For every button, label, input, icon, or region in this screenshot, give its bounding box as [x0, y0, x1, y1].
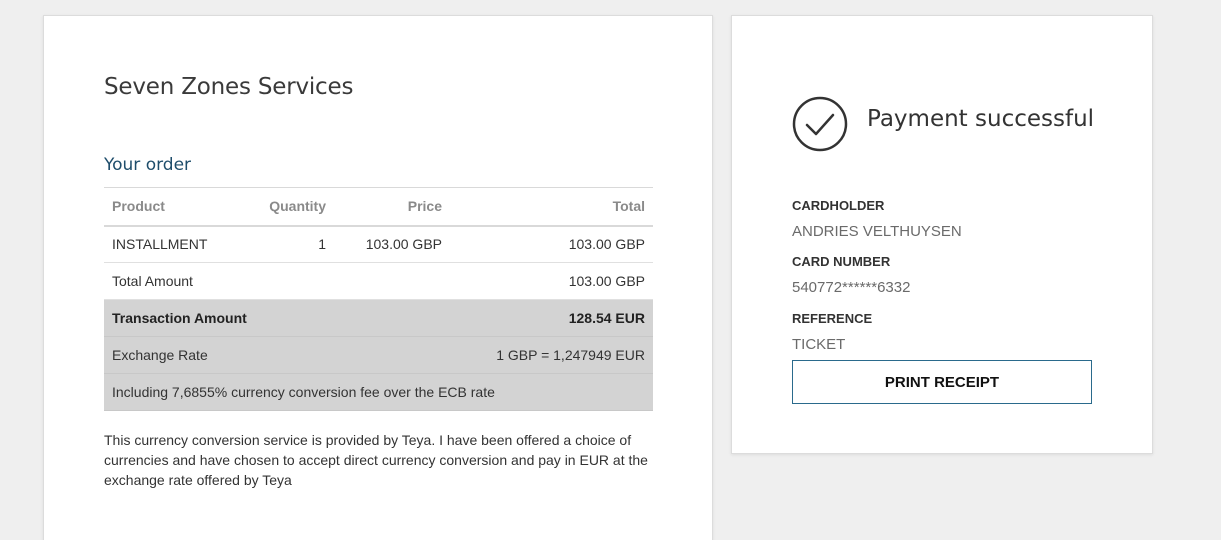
card-number-value: 540772******6332	[792, 279, 911, 296]
column-header-total: Total	[450, 187, 653, 227]
order-table: Product Quantity Price Total INSTALLMENT…	[104, 187, 653, 411]
exchange-rate-value: 1 GBP = 1,247949 EUR	[334, 336, 653, 374]
item-product: INSTALLMENT	[104, 225, 239, 263]
transaction-amount-label: Transaction Amount	[104, 299, 450, 337]
order-item-row: INSTALLMENT 1 103.00 GBP 103.00 GBP	[104, 225, 653, 263]
print-receipt-button[interactable]: PRINT RECEIPT	[792, 360, 1092, 404]
order-table-header: Product Quantity Price Total	[104, 187, 653, 227]
column-header-quantity: Quantity	[239, 187, 334, 227]
cardholder-value: ANDRIES VELTHUYSEN	[792, 223, 962, 240]
reference-label: REFERENCE	[792, 311, 873, 326]
check-circle-icon	[792, 96, 848, 152]
item-quantity: 1	[239, 225, 334, 263]
dcc-disclaimer: This currency conversion service is prov…	[104, 432, 648, 488]
column-header-product: Product	[104, 187, 239, 227]
conversion-fee-row: Including 7,6855% currency conversion fe…	[104, 373, 653, 411]
cardholder-label: CARDHOLDER	[792, 198, 885, 213]
total-amount-row: Total Amount 103.00 GBP	[104, 262, 653, 300]
card-number-label: CARD NUMBER	[792, 254, 891, 269]
transaction-amount-row: Transaction Amount 128.54 EUR	[104, 299, 653, 337]
payment-card: Payment successful CARDHOLDER ANDRIES VE…	[731, 15, 1153, 454]
total-amount-value: 103.00 GBP	[450, 262, 653, 300]
item-total: 103.00 GBP	[450, 225, 653, 263]
order-heading: Your order	[104, 155, 192, 175]
exchange-rate-row: Exchange Rate 1 GBP = 1,247949 EUR	[104, 336, 653, 374]
conversion-fee-note: Including 7,6855% currency conversion fe…	[104, 373, 653, 411]
order-card: Seven Zones Services Your order Product …	[43, 15, 713, 540]
merchant-name: Seven Zones Services	[104, 74, 354, 100]
total-amount-label: Total Amount	[104, 262, 450, 300]
payment-status: Payment successful	[867, 106, 1095, 132]
item-price: 103.00 GBP	[334, 225, 450, 263]
reference-value: TICKET	[792, 336, 846, 353]
exchange-rate-label: Exchange Rate	[104, 336, 334, 374]
column-header-price: Price	[334, 187, 450, 227]
transaction-amount-value: 128.54 EUR	[450, 299, 653, 337]
